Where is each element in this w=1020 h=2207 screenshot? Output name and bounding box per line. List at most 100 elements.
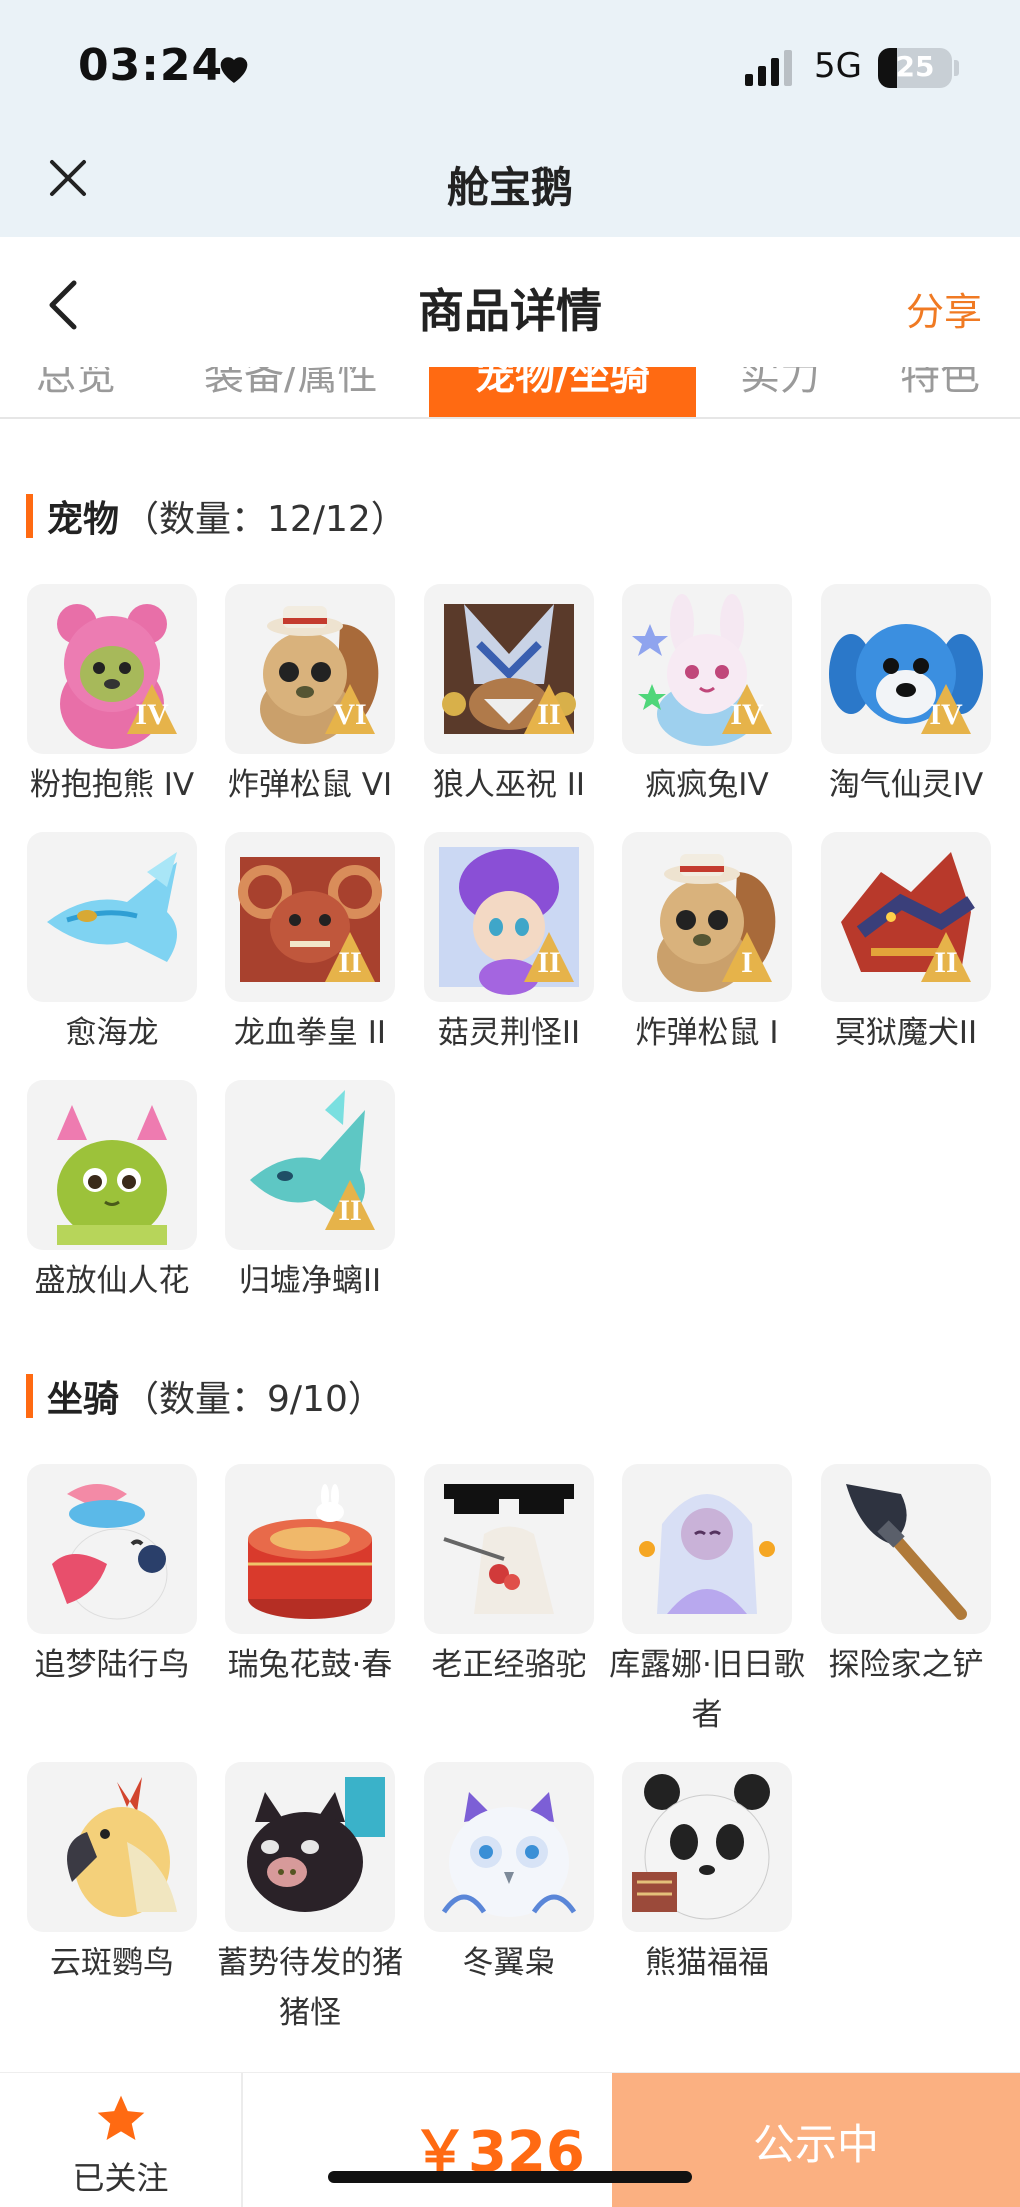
pet-item[interactable]: II 龙血拳皇 II [225, 832, 395, 1058]
grade-badge: II [934, 946, 957, 979]
pet-item[interactable]: II 归墟净螭II [225, 1080, 395, 1306]
pet-name: 炸弹松鼠 I [635, 1015, 779, 1051]
mount-item[interactable]: 老正经骆驼 [424, 1464, 594, 1690]
pets-section-header: 宠物 （数量：12/12） [26, 491, 407, 541]
parrot-icon [27, 1762, 197, 1932]
mount-name: 蓄势待发的猪猪怪 [217, 1945, 403, 2031]
pet-item[interactable]: I 炸弹松鼠 I [622, 832, 792, 1058]
cyan-dragon-icon: II [225, 1080, 395, 1250]
status-time: 03:24 [78, 40, 224, 91]
mount-item[interactable]: 瑞兔花鼓·春 [225, 1464, 395, 1690]
tab-bar: 总览 装备/属性 宠物/坐骑 实力 特色 [0, 367, 1020, 419]
mount-name: 库露娜·旧日歌者 [609, 1647, 805, 1733]
bottom-action-bar: 已关注 ￥326 公示中 [0, 2072, 1020, 2207]
squirrel-icon: I [622, 832, 792, 1002]
pet-name: 淘气仙灵IV [828, 767, 984, 803]
grade-badge: IV [929, 698, 963, 731]
heart-icon [220, 57, 248, 83]
tab-pets-mounts-label: 宠物/坐骑 [475, 367, 650, 399]
pet-item[interactable]: IV 疯疯兔IV [622, 584, 792, 810]
sea-dragon-icon [27, 832, 197, 1002]
top-bar: 03:24 5G 25 舱宝鹅 [0, 0, 1020, 237]
pet-name: 愈海龙 [65, 1015, 159, 1051]
page-title: 商品详情 [418, 284, 602, 338]
hell-hound-icon: II [821, 832, 991, 1002]
mount-name: 冬翼枭 [462, 1945, 556, 1981]
mount-name: 瑞兔花鼓·春 [227, 1647, 393, 1683]
share-button[interactable]: 分享 [906, 281, 982, 336]
mount-item[interactable]: 冬翼枭 [424, 1762, 594, 1988]
shovel-icon [821, 1464, 991, 1634]
mount-name: 熊猫福福 [645, 1945, 769, 1981]
mount-name: 老正经骆驼 [431, 1647, 587, 1683]
mount-item[interactable]: 熊猫福福 [622, 1762, 792, 1988]
battery-indicator: 25 [878, 48, 952, 88]
tab-pets-mounts[interactable]: 宠物/坐骑 [429, 367, 696, 417]
mounts-section-count: （数量：9/10） [123, 1379, 384, 1420]
mushroom-sprite-icon: II [424, 832, 594, 1002]
product-detail-page: 03:24 5G 25 舱宝鹅 商品详情 分享 总览 装备/属性 宠物/坐骑 实… [0, 0, 1020, 2207]
blue-puppy-icon: IV [821, 584, 991, 754]
cactus-flower-icon [27, 1080, 197, 1250]
mount-name: 探险家之铲 [828, 1647, 984, 1683]
grade-badge: II [338, 1194, 361, 1227]
battery-level: 25 [895, 50, 935, 83]
pet-item[interactable]: II 菇灵荆怪II [424, 832, 594, 1058]
home-indicator [328, 2171, 692, 2183]
camel-icon [424, 1464, 594, 1634]
pet-name: 盛放仙人花 [34, 1263, 190, 1299]
grade-badge: II [338, 946, 361, 979]
pet-name: 炸弹松鼠 VI [227, 767, 393, 803]
werewolf-icon: II [424, 584, 594, 754]
pet-name: 疯疯兔IV [645, 767, 769, 803]
mount-item[interactable]: 库露娜·旧日歌者 [609, 1464, 805, 1740]
drum-icon [225, 1464, 395, 1634]
tab-equipment[interactable]: 装备/属性 [204, 367, 377, 401]
tab-overview[interactable]: 总览 [36, 367, 116, 401]
bird-icon [27, 1464, 197, 1634]
dragon-boxer-icon: II [225, 832, 395, 1002]
grade-badge: I [741, 946, 753, 979]
pet-item[interactable]: IV 粉抱抱熊 IV [27, 584, 197, 810]
publicity-status-button[interactable]: 公示中 [612, 2073, 1020, 2207]
battery-tip [954, 60, 959, 76]
pet-item[interactable]: II 狼人巫祝 II [424, 584, 594, 810]
signal-icon [745, 50, 792, 86]
pets-section-title: 宠物 [47, 499, 120, 540]
grade-badge: VI [333, 698, 366, 731]
mount-name: 追梦陆行鸟 [34, 1647, 190, 1683]
grade-badge: IV [135, 698, 169, 731]
pig-icon [225, 1762, 395, 1932]
pet-name: 龙血拳皇 II [233, 1015, 387, 1051]
mount-item[interactable]: 追梦陆行鸟 [27, 1464, 197, 1690]
mini-program-title: 舱宝鹅 [446, 163, 573, 212]
pink-bear-icon: IV [27, 584, 197, 754]
pet-item[interactable]: 盛放仙人花 [27, 1080, 197, 1306]
mount-item[interactable]: 蓄势待发的猪猪怪 [217, 1762, 403, 2038]
pet-item[interactable]: VI 炸弹松鼠 VI [225, 584, 395, 810]
grade-badge: IV [730, 698, 764, 731]
star-icon [97, 2095, 145, 2140]
mount-name: 云斑鹦鸟 [50, 1945, 174, 1981]
pet-name: 菇灵荆怪II [437, 1015, 581, 1051]
tab-features[interactable]: 特色 [900, 367, 980, 401]
grade-badge: II [537, 946, 560, 979]
pets-section-count: （数量：12/12） [123, 499, 407, 540]
mount-item[interactable]: 探险家之铲 [821, 1464, 991, 1690]
panda-icon [622, 1762, 792, 1932]
mount-item[interactable]: 云斑鹦鸟 [27, 1762, 197, 1988]
rabbit-icon: IV [622, 584, 792, 754]
mermaid-icon [622, 1464, 792, 1634]
pet-name: 冥狱魔犬II [834, 1015, 978, 1051]
follow-button[interactable]: 已关注 [0, 2073, 243, 2207]
tab-strength[interactable]: 实力 [740, 367, 820, 401]
pet-item[interactable]: 愈海龙 [27, 832, 197, 1058]
pet-name: 狼人巫祝 II [432, 767, 586, 803]
pet-item[interactable]: IV 淘气仙灵IV [821, 584, 991, 810]
nav-bar: 商品详情 分享 [0, 237, 1020, 367]
pet-item[interactable]: II 冥狱魔犬II [821, 832, 991, 1058]
mounts-section-header: 坐骑 （数量：9/10） [26, 1371, 384, 1421]
mounts-section-title: 坐骑 [47, 1379, 120, 1420]
follow-label: 已关注 [72, 2159, 169, 2197]
owl-icon [424, 1762, 594, 1932]
